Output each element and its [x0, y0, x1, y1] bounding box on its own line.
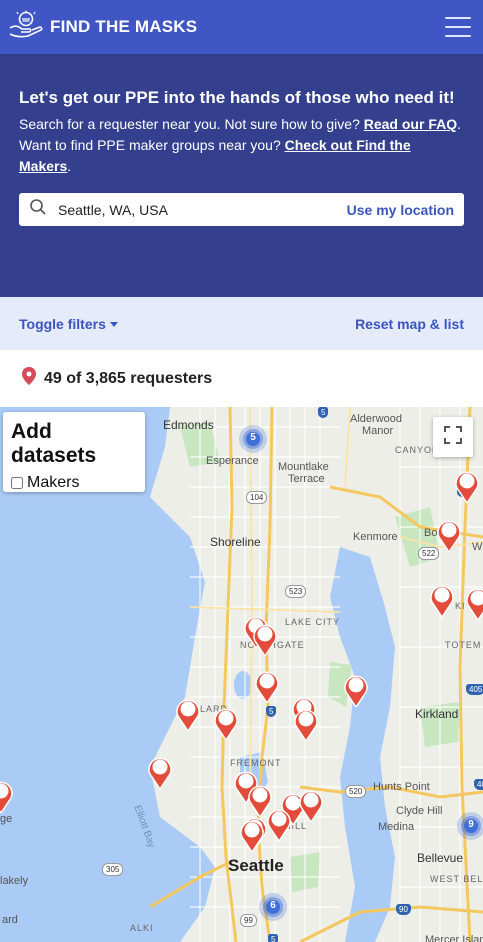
- requester-pin[interactable]: [454, 469, 480, 503]
- label-esperance: Esperance: [206, 455, 259, 467]
- shield-i405-north: 405: [466, 684, 483, 695]
- hero-heading: Let's get our PPE into the hands of thos…: [19, 88, 455, 107]
- add-datasets-title: Add datasets: [11, 420, 97, 467]
- hero-line2-text: Want to find PPE maker groups near you?: [19, 137, 281, 153]
- label-bellevue: Bellevue: [417, 851, 464, 865]
- requester-pin[interactable]: [343, 673, 369, 707]
- label-kenmore: Kenmore: [353, 531, 398, 543]
- hero-line1-suffix: .: [457, 116, 461, 132]
- caret-down-icon: [109, 322, 118, 328]
- requester-pin[interactable]: [436, 518, 462, 552]
- fullscreen-button[interactable]: [433, 417, 473, 457]
- label-clyde-hill: Clyde Hill: [396, 805, 443, 817]
- label-kirkland: Kirkland: [415, 707, 459, 721]
- label-w: W: [472, 541, 483, 553]
- label-edmonds: Edmonds: [163, 418, 214, 432]
- label-ge: ge: [0, 813, 13, 825]
- label-west-bellevue: WEST BELLEV: [430, 874, 483, 884]
- label-fremont: FREMONT: [230, 758, 282, 768]
- label-seattle: Seattle: [228, 856, 284, 875]
- makers-toggle[interactable]: Makers: [11, 474, 137, 492]
- label-manor: Manor: [362, 425, 394, 437]
- app-title: FIND THE MASKS: [50, 17, 198, 36]
- label-alki: ALKI: [130, 923, 154, 933]
- hero-line1-text: Search for a requester near you. Not sur…: [19, 116, 360, 132]
- requester-pin[interactable]: [298, 788, 324, 822]
- label-terrace: Terrace: [288, 473, 325, 485]
- map-pin-icon: [22, 367, 36, 390]
- reset-map-button[interactable]: Reset map & list: [355, 316, 464, 332]
- requester-pin[interactable]: [0, 779, 14, 813]
- requester-pin[interactable]: [254, 669, 280, 703]
- label-ard: ard: [2, 914, 18, 926]
- brand[interactable]: FIND THE MASKS: [8, 10, 197, 45]
- requester-pin[interactable]: [239, 818, 265, 852]
- hero-line-makers: Want to find PPE maker groups near you? …: [19, 135, 464, 177]
- add-datasets-panel: Add datasets Makers: [3, 412, 145, 492]
- requester-pin[interactable]: [293, 707, 319, 741]
- requester-map[interactable]: Edmonds Alderwood Manor CANYON Esperance…: [0, 407, 483, 942]
- hands-mask-icon: [8, 10, 44, 45]
- hamburger-icon[interactable]: [445, 17, 471, 37]
- toggle-filters-label: Toggle filters: [19, 315, 106, 332]
- label-medina: Medina: [378, 821, 415, 833]
- filters-bar: Toggle filters Reset map & list: [0, 297, 483, 350]
- requester-cluster[interactable]: 9: [456, 811, 483, 841]
- shield-104: 104: [246, 491, 268, 504]
- requester-pin[interactable]: [147, 755, 173, 789]
- requester-cluster[interactable]: 5: [238, 424, 268, 454]
- fullscreen-icon: [444, 425, 462, 449]
- hero-line-faq: Search for a requester near you. Not sur…: [19, 114, 464, 135]
- shield-i5-south: 5: [268, 934, 279, 942]
- search-icon: [29, 198, 47, 221]
- cluster-count: 9: [468, 819, 474, 830]
- label-lakely: lakely: [0, 875, 29, 887]
- faq-link[interactable]: Read our FAQ: [364, 116, 457, 132]
- shield-99: 99: [240, 914, 257, 927]
- navbar: FIND THE MASKS: [0, 0, 483, 54]
- label-shoreline: Shoreline: [210, 535, 261, 549]
- label-hunts-point: Hunts Point: [373, 781, 430, 793]
- shield-i405-south: 405: [474, 779, 483, 790]
- location-search-bar: Use my location: [19, 193, 464, 226]
- requester-pin[interactable]: [266, 807, 292, 841]
- label-alderwood: Alderwood: [350, 413, 402, 425]
- label-mercer-island: Mercer Island: [425, 934, 483, 942]
- cluster-count: 6: [270, 900, 276, 911]
- requester-pin[interactable]: [175, 697, 201, 731]
- requester-pin[interactable]: [465, 586, 483, 620]
- location-search-input[interactable]: [58, 201, 347, 218]
- makers-checkbox[interactable]: [11, 477, 23, 489]
- requester-cluster[interactable]: 6: [258, 892, 288, 922]
- label-ki: KI: [455, 601, 466, 611]
- hero-line2-suffix: .: [67, 158, 72, 174]
- label-totem: TOTEM: [445, 640, 482, 650]
- shield-520: 520: [345, 785, 367, 798]
- shield-i90: 90: [396, 904, 411, 915]
- shield-523: 523: [285, 585, 307, 598]
- requester-pin[interactable]: [213, 706, 239, 740]
- cluster-count: 5: [250, 432, 256, 443]
- toggle-filters-button[interactable]: Toggle filters: [19, 316, 118, 332]
- use-my-location-button[interactable]: Use my location: [347, 202, 454, 218]
- shield-305: 305: [102, 863, 124, 876]
- label-mountlake: Mountlake: [278, 461, 329, 473]
- makers-label: Makers: [27, 474, 80, 491]
- requester-count: 49 of 3,865 requesters: [44, 369, 213, 387]
- hero-section: Let's get our PPE into the hands of thos…: [0, 54, 483, 297]
- results-count-row: 49 of 3,865 requesters: [0, 350, 483, 407]
- requester-pin[interactable]: [252, 622, 278, 656]
- requester-pin[interactable]: [429, 583, 455, 617]
- label-lake-city: LAKE CITY: [285, 617, 341, 627]
